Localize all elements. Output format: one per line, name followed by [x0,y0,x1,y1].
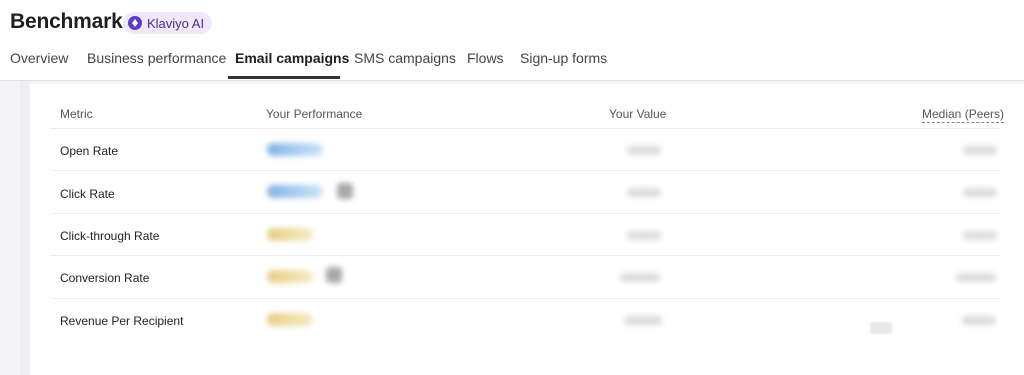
active-tab-indicator [228,76,340,79]
performance-indicator [267,313,313,326]
metric-label: Revenue Per Recipient [60,314,184,328]
tab-sign-up-forms[interactable]: Sign-up forms [520,50,607,66]
performance-indicator [267,185,323,198]
tab-sms-campaigns[interactable]: SMS campaigns [354,50,456,66]
page-title: Benchmarks [10,10,135,33]
page-header: Benchmarks Klaviyo AI [0,0,1024,80]
row-divider [50,213,1000,214]
watermark-stamp [870,322,892,334]
left-rail [20,81,29,375]
metric-label: Click-through Rate [60,229,160,243]
metric-label: Open Rate [60,144,119,158]
tab-business-performance[interactable]: Business performance [87,50,226,66]
median-value-redacted [963,231,997,240]
median-value-redacted [962,316,996,325]
info-icon[interactable] [326,267,342,283]
klaviyo-ai-badge[interactable]: Klaviyo AI [123,12,213,34]
metric-label: Conversion Rate [60,271,150,285]
median-value-redacted [963,188,997,197]
klaviyo-ai-icon [128,16,142,30]
your-value-redacted [627,231,661,240]
klaviyo-ai-label: Klaviyo AI [147,15,205,31]
your-value-redacted [627,146,661,155]
column-header-median-peers[interactable]: Median (Peers) [922,107,1005,123]
row-divider [50,170,1000,171]
column-header-your-performance: Your Performance [266,107,363,121]
row-divider [50,298,1000,299]
median-value-redacted [956,273,996,282]
tab-flows[interactable]: Flows [467,50,504,66]
your-value-redacted [627,188,661,197]
performance-indicator [267,270,313,283]
tab-email-campaigns[interactable]: Email campaigns [235,50,349,66]
info-icon[interactable] [337,183,353,199]
metric-label: Click Rate [60,187,115,201]
tab-overview[interactable]: Overview [10,50,68,66]
performance-indicator [267,228,313,241]
row-divider [50,255,1000,256]
performance-indicator [267,143,323,156]
your-value-redacted [624,316,662,325]
median-value-redacted [963,146,997,155]
column-header-your-value: Your Value [609,107,667,121]
column-header-metric: Metric [60,107,93,121]
row-divider [50,128,1000,129]
your-value-redacted [620,273,660,282]
